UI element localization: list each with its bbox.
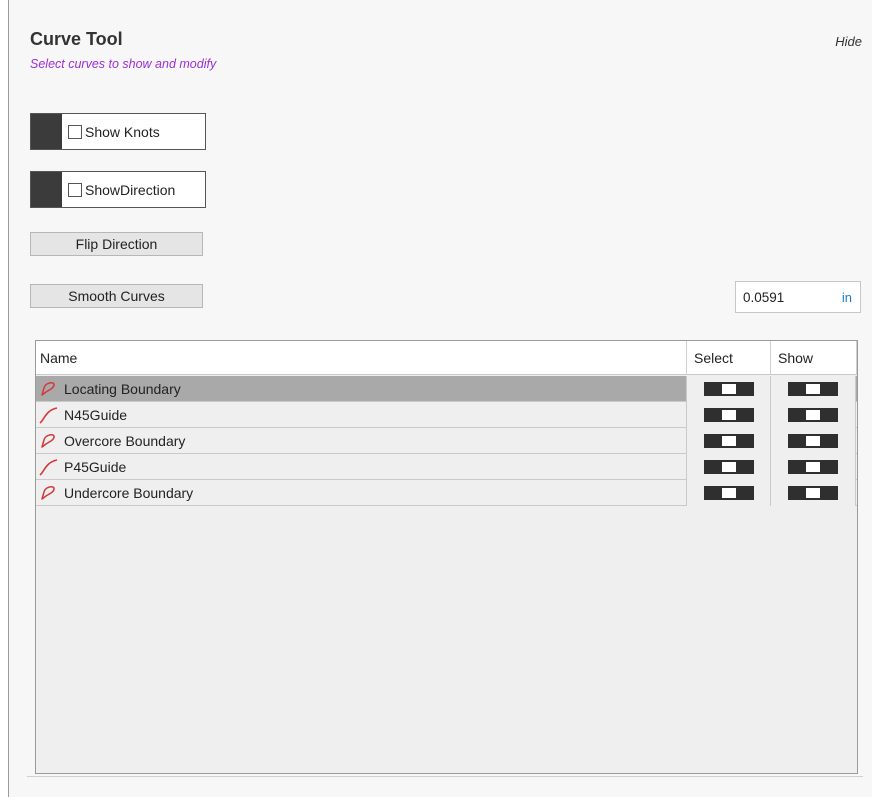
name-cell[interactable]: Undercore Boundary bbox=[38, 480, 683, 506]
toggle-knob bbox=[806, 436, 820, 446]
toggle-knob bbox=[806, 384, 820, 394]
toggle-knob bbox=[721, 410, 736, 420]
show-direction-label: ShowDirection bbox=[85, 181, 176, 198]
show-cell bbox=[770, 376, 856, 402]
show-toggle[interactable] bbox=[788, 486, 838, 500]
select-cell bbox=[686, 376, 770, 402]
column-header-name[interactable]: Name bbox=[40, 341, 77, 375]
toggle-knob bbox=[806, 488, 820, 498]
show-cell bbox=[770, 480, 856, 506]
smooth-curves-button[interactable]: Smooth Curves bbox=[30, 284, 203, 308]
table-row[interactable]: N45Guide bbox=[36, 402, 857, 428]
toggle-knob bbox=[806, 462, 820, 472]
toggle-swatch bbox=[31, 172, 62, 207]
open-curve-icon bbox=[38, 457, 58, 477]
select-toggle[interactable] bbox=[703, 486, 754, 500]
select-cell bbox=[686, 428, 770, 454]
curve-name: N45Guide bbox=[64, 407, 128, 423]
select-cell bbox=[686, 402, 770, 428]
show-toggle[interactable] bbox=[788, 382, 838, 396]
show-knots-label: Show Knots bbox=[85, 123, 160, 140]
curve-tool-panel: Curve Tool Select curves to show and mod… bbox=[8, 0, 872, 797]
toggle-knob bbox=[721, 462, 736, 472]
panel-subtitle: Select curves to show and modify bbox=[30, 57, 217, 71]
toggle-knob bbox=[721, 436, 736, 446]
select-toggle[interactable] bbox=[703, 408, 754, 422]
tolerance-unit: in bbox=[841, 289, 852, 305]
closed-curve-icon bbox=[38, 431, 58, 451]
select-toggle[interactable] bbox=[703, 382, 754, 396]
curve-name: Overcore Boundary bbox=[64, 433, 186, 449]
show-cell bbox=[770, 454, 856, 480]
table-row[interactable]: Locating Boundary bbox=[36, 376, 857, 402]
closed-curve-icon bbox=[38, 379, 58, 399]
tolerance-input[interactable]: 0.0591 in bbox=[735, 281, 861, 313]
select-cell bbox=[686, 454, 770, 480]
name-cell[interactable]: Locating Boundary bbox=[38, 376, 683, 402]
curve-name: Undercore Boundary bbox=[64, 485, 194, 501]
show-direction-toggle[interactable]: ShowDirection bbox=[30, 171, 206, 208]
divider bbox=[27, 776, 863, 777]
table-row[interactable]: P45Guide bbox=[36, 454, 857, 480]
toggle-knob bbox=[721, 384, 736, 394]
show-knots-checkbox[interactable] bbox=[68, 124, 82, 139]
column-divider bbox=[856, 341, 857, 375]
select-cell bbox=[686, 480, 770, 506]
closed-curve-icon bbox=[38, 483, 58, 503]
table-body: Locating Boundary N45Guide Overcore Bounda… bbox=[36, 376, 857, 506]
column-header-select[interactable]: Select bbox=[694, 341, 733, 375]
select-toggle[interactable] bbox=[703, 460, 754, 474]
name-cell[interactable]: Overcore Boundary bbox=[38, 428, 683, 454]
table-row[interactable]: Undercore Boundary bbox=[36, 480, 857, 506]
toggle-knob bbox=[806, 410, 820, 420]
table-row[interactable]: Overcore Boundary bbox=[36, 428, 857, 454]
table-header: Name Select Show bbox=[36, 341, 857, 375]
curve-name: P45Guide bbox=[64, 459, 127, 475]
toggle-swatch bbox=[31, 114, 62, 149]
name-cell[interactable]: P45Guide bbox=[38, 454, 683, 480]
panel-title: Curve Tool bbox=[30, 29, 123, 49]
show-cell bbox=[770, 402, 856, 428]
curve-name: Locating Boundary bbox=[64, 381, 181, 397]
column-divider bbox=[686, 341, 687, 375]
open-curve-icon bbox=[38, 405, 58, 425]
name-cell[interactable]: N45Guide bbox=[38, 402, 683, 428]
tolerance-value[interactable]: 0.0591 bbox=[743, 290, 784, 305]
column-header-show[interactable]: Show bbox=[778, 341, 813, 375]
show-toggle[interactable] bbox=[788, 460, 838, 474]
show-toggle[interactable] bbox=[788, 434, 838, 448]
flip-direction-button[interactable]: Flip Direction bbox=[30, 232, 203, 256]
hide-link[interactable]: Hide bbox=[835, 34, 862, 49]
show-toggle[interactable] bbox=[788, 408, 838, 422]
toggle-knob bbox=[721, 488, 736, 498]
column-divider bbox=[770, 341, 771, 375]
show-knots-toggle[interactable]: Show Knots bbox=[30, 113, 206, 150]
select-toggle[interactable] bbox=[703, 434, 754, 448]
show-direction-checkbox[interactable] bbox=[68, 182, 82, 197]
curve-table: Name Select Show Locating Boundary N45Gui… bbox=[35, 340, 858, 774]
show-cell bbox=[770, 428, 856, 454]
